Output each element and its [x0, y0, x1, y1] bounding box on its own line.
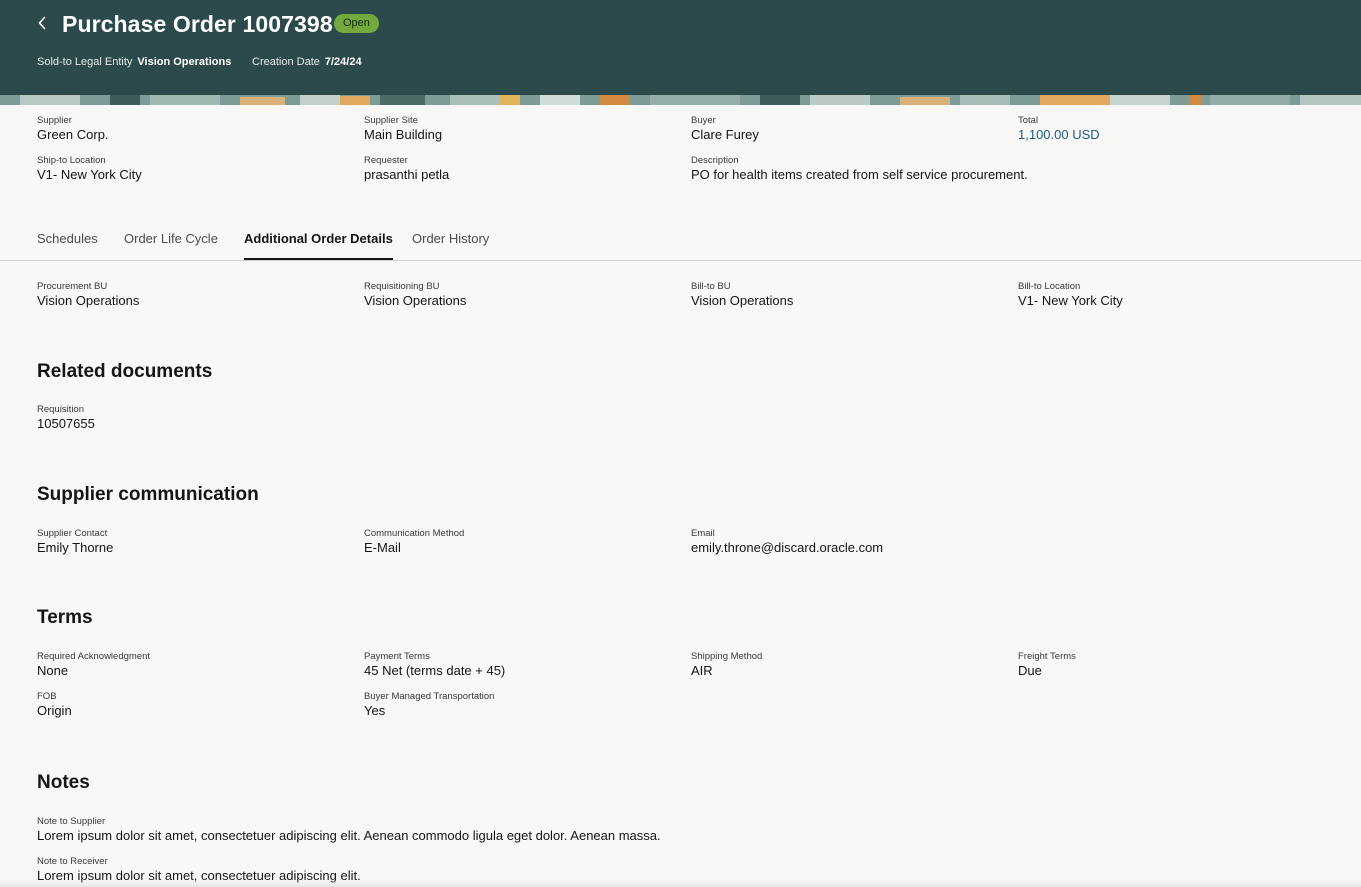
- buyer-field: Buyer Clare Furey: [691, 115, 759, 143]
- requester-field: Requester prasanthi petla: [364, 155, 449, 183]
- bill-to-bu-field: Bill-to BU Vision Operations: [691, 281, 793, 309]
- back-button[interactable]: [30, 10, 54, 36]
- freight-terms-value: Due: [1018, 663, 1042, 678]
- requisition-value: 10507655: [37, 416, 95, 431]
- email-field: Email emily.throne@discard.oracle.com: [691, 528, 883, 556]
- fob-value: Origin: [37, 703, 72, 718]
- ship-to-field: Ship-to Location V1- New York City: [37, 155, 142, 183]
- creation-date: Creation Date 7/24/24: [252, 55, 362, 69]
- terms-heading: Terms: [37, 607, 93, 628]
- notes-heading: Notes: [37, 772, 90, 793]
- procurement-bu-label: Procurement BU: [37, 281, 108, 292]
- total-field: Total 1,100.00 USD: [1018, 115, 1100, 143]
- shipping-method-field: Shipping Method AIR: [691, 651, 762, 679]
- supplier-value: Green Corp.: [37, 127, 109, 142]
- chevron-left-icon: [38, 16, 46, 30]
- requisitioning-bu-field: Requisitioning BU Vision Operations: [364, 281, 466, 309]
- total-value-link[interactable]: 1,100.00 USD: [1018, 127, 1100, 143]
- required-ack-value: None: [37, 663, 69, 678]
- supplier-contact-value: Emily Thorne: [37, 540, 114, 555]
- procurement-bu-field: Procurement BU Vision Operations: [37, 281, 139, 309]
- buyer-managed-transportation-value: Yes: [364, 703, 386, 718]
- description-label: Description: [691, 155, 739, 166]
- sold-to-value: Vision Operations: [137, 56, 232, 68]
- tab-schedules[interactable]: Schedules: [37, 231, 98, 258]
- communication-method-field: Communication Method E-Mail: [364, 528, 464, 556]
- page-title: Purchase Order 1007398: [62, 11, 333, 37]
- bill-to-bu-value: Vision Operations: [691, 293, 794, 308]
- requester-label: Requester: [364, 155, 408, 166]
- note-to-supplier-field: Note to Supplier Lorem ipsum dolor sit a…: [37, 816, 661, 844]
- requester-value: prasanthi petla: [364, 167, 450, 182]
- payment-terms-label: Payment Terms: [364, 651, 430, 662]
- creation-date-label: Creation Date: [252, 56, 320, 68]
- ship-to-value: V1- New York City: [37, 167, 142, 182]
- note-to-receiver-label: Note to Receiver: [37, 856, 108, 867]
- sold-to-legal-entity: Sold-to Legal Entity Vision Operations: [37, 55, 231, 69]
- total-label: Total: [1018, 115, 1039, 126]
- supplier-label: Supplier: [37, 115, 72, 126]
- requisitioning-bu-label: Requisitioning BU: [364, 281, 440, 292]
- freight-terms-field: Freight Terms Due: [1018, 651, 1076, 679]
- freight-terms-label: Freight Terms: [1018, 651, 1076, 662]
- bill-to-location-label: Bill-to Location: [1018, 281, 1081, 292]
- tab-order-history[interactable]: Order History: [412, 231, 489, 258]
- required-ack-field: Required Acknowledgment None: [37, 651, 150, 679]
- page-header: Purchase Order 1007398 Open Sold-to Lega…: [0, 0, 1361, 95]
- buyer-managed-transportation-label: Buyer Managed Transportation: [364, 691, 495, 702]
- bottom-shadow: [0, 879, 1361, 887]
- banner-pattern: [0, 95, 1361, 105]
- ship-to-label: Ship-to Location: [37, 155, 106, 166]
- email-label: Email: [691, 528, 715, 539]
- bill-to-bu-label: Bill-to BU: [691, 281, 731, 292]
- purchase-order-page: Purchase Order 1007398 Open Sold-to Lega…: [0, 0, 1361, 887]
- tab-order-life-cycle[interactable]: Order Life Cycle: [124, 231, 218, 258]
- requisition-label: Requisition: [37, 404, 84, 415]
- status-badge: Open: [334, 14, 379, 33]
- buyer-label: Buyer: [691, 115, 716, 126]
- description-value: PO for health items created from self se…: [691, 167, 1028, 182]
- supplier-contact-field: Supplier Contact Emily Thorne: [37, 528, 113, 556]
- supplier-site-field: Supplier Site Main Building: [364, 115, 442, 143]
- related-documents-heading: Related documents: [37, 361, 213, 382]
- buyer-value: Clare Furey: [691, 127, 759, 142]
- shipping-method-label: Shipping Method: [691, 651, 763, 662]
- description-field: Description PO for health items created …: [691, 155, 1028, 183]
- payment-terms-value: 45 Net (terms date + 45): [364, 663, 506, 678]
- bill-to-location-value: V1- New York City: [1018, 293, 1123, 308]
- procurement-bu-value: Vision Operations: [37, 293, 140, 308]
- note-to-supplier-label: Note to Supplier: [37, 816, 106, 827]
- required-ack-label: Required Acknowledgment: [37, 651, 151, 662]
- fob-field: FOB Origin: [37, 691, 72, 719]
- requisition-field: Requisition 10507655: [37, 404, 95, 432]
- fob-label: FOB: [37, 691, 57, 702]
- payment-terms-field: Payment Terms 45 Net (terms date + 45): [364, 651, 505, 679]
- communication-method-label: Communication Method: [364, 528, 465, 539]
- tab-additional-order-details[interactable]: Additional Order Details: [244, 231, 393, 260]
- tab-bar: Schedules Order Life Cycle Additional Or…: [0, 220, 1361, 261]
- supplier-site-label: Supplier Site: [364, 115, 418, 126]
- note-to-supplier-value: Lorem ipsum dolor sit amet, consectetuer…: [37, 828, 661, 843]
- shipping-method-value: AIR: [691, 663, 713, 678]
- supplier-communication-heading: Supplier communication: [37, 484, 259, 505]
- communication-method-value: E-Mail: [364, 540, 401, 555]
- requisitioning-bu-value: Vision Operations: [364, 293, 467, 308]
- buyer-managed-transportation-field: Buyer Managed Transportation Yes: [364, 691, 494, 719]
- supplier-contact-label: Supplier Contact: [37, 528, 108, 539]
- email-value: emily.throne@discard.oracle.com: [691, 540, 884, 555]
- creation-date-value: 7/24/24: [324, 56, 362, 68]
- sold-to-label: Sold-to Legal Entity: [37, 56, 133, 68]
- bill-to-location-field: Bill-to Location V1- New York City: [1018, 281, 1123, 309]
- supplier-site-value: Main Building: [364, 127, 443, 142]
- supplier-field: Supplier Green Corp.: [37, 115, 109, 143]
- decorative-banner: [0, 95, 1361, 105]
